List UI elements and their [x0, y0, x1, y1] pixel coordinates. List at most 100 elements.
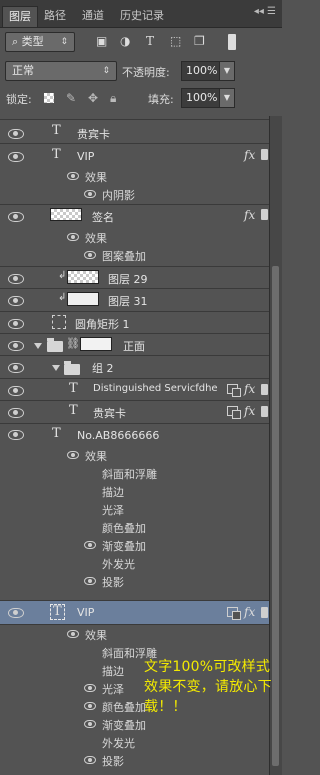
- effect-gradient-overlay[interactable]: 渐变叠加: [102, 538, 146, 554]
- effect-outer-glow[interactable]: 外发光: [102, 556, 135, 572]
- filter-toggle-icon[interactable]: [228, 34, 236, 50]
- effect-eye-icon[interactable]: [84, 684, 96, 692]
- mask-thumbnail: [80, 337, 112, 351]
- tab-channels[interactable]: 通道: [76, 6, 110, 27]
- layer-row[interactable]: 签名 fx 效果 图案叠加: [0, 205, 270, 267]
- effect-eye-icon[interactable]: [84, 720, 96, 728]
- fill-input[interactable]: 100% ▼: [181, 88, 235, 108]
- effect-eye-icon[interactable]: [84, 577, 96, 585]
- effects-expand-icon[interactable]: [261, 607, 268, 618]
- layer-name[interactable]: 图层 31: [108, 293, 148, 309]
- effect-drop-shadow[interactable]: 投影: [102, 574, 124, 590]
- filter-type-select[interactable]: ⌕ 类型 ⇕: [5, 32, 75, 52]
- effects-expand-icon[interactable]: [261, 209, 268, 220]
- effect-gradient-overlay[interactable]: 渐变叠加: [102, 717, 146, 733]
- effect-eye-icon[interactable]: [84, 190, 96, 198]
- fx-icon[interactable]: fx: [244, 148, 255, 162]
- effect-bevel-emboss[interactable]: 斜面和浮雕: [102, 466, 157, 482]
- visibility-eye-icon[interactable]: [8, 408, 24, 418]
- layer-name[interactable]: 签名: [92, 209, 114, 225]
- fx-icon[interactable]: fx: [244, 605, 255, 619]
- filter-pixel-icon[interactable]: ▣: [96, 34, 107, 48]
- layer-name[interactable]: 图层 29: [108, 271, 148, 287]
- effect-inner-shadow[interactable]: 内阴影: [102, 187, 135, 203]
- effect-outer-glow[interactable]: 外发光: [102, 735, 135, 751]
- effects-expand-icon[interactable]: [261, 149, 268, 160]
- fx-icon[interactable]: fx: [244, 208, 255, 222]
- lock-all-icon[interactable]: 🔒︎: [110, 91, 116, 106]
- effect-stroke[interactable]: 描边: [102, 663, 124, 679]
- text-layer-icon: T: [69, 403, 78, 418]
- effect-eye-icon[interactable]: [84, 251, 96, 259]
- opacity-input[interactable]: 100% ▼: [181, 61, 235, 81]
- layer-row[interactable]: T 贵宾卡 fx: [0, 401, 270, 424]
- layer-name[interactable]: 正面: [123, 338, 145, 354]
- fill-dropdown-icon[interactable]: ▼: [219, 89, 234, 107]
- panel-menu-icon[interactable]: ◂◂ ☰: [254, 6, 276, 17]
- filter-shape-icon[interactable]: ⬚: [170, 34, 181, 48]
- group-expand-icon[interactable]: [34, 343, 42, 349]
- visibility-eye-icon[interactable]: [8, 341, 24, 351]
- effect-color-overlay[interactable]: 颜色叠加: [102, 520, 146, 536]
- lock-transparent-icon[interactable]: [44, 93, 54, 103]
- layer-row[interactable]: 圆角矩形 1: [0, 312, 270, 334]
- effects-collapse-icon[interactable]: [261, 384, 268, 395]
- blend-mode-select[interactable]: 正常 ⇕: [5, 61, 117, 81]
- layer-row[interactable]: T No.AB8666666 效果 斜面和浮雕 描边 光泽 颜色叠加 渐变叠加 …: [0, 424, 270, 601]
- effects-eye-icon[interactable]: [67, 233, 79, 241]
- effect-stroke[interactable]: 描边: [102, 484, 124, 500]
- effect-pattern-overlay[interactable]: 图案叠加: [102, 248, 146, 264]
- visibility-eye-icon[interactable]: [8, 430, 24, 440]
- tab-layers[interactable]: 图层: [2, 6, 38, 27]
- filter-adjustment-icon[interactable]: ◑: [120, 34, 130, 48]
- layer-row[interactable]: 组 2: [0, 356, 270, 379]
- visibility-eye-icon[interactable]: [8, 296, 24, 306]
- group-expand-icon[interactable]: [52, 365, 60, 371]
- effect-drop-shadow[interactable]: 投影: [102, 753, 124, 769]
- visibility-eye-icon[interactable]: [8, 212, 24, 222]
- layer-name[interactable]: VIP: [77, 150, 94, 163]
- opacity-dropdown-icon[interactable]: ▼: [219, 62, 234, 80]
- effects-eye-icon[interactable]: [67, 630, 79, 638]
- promo-overlay-text: 文字100%可改样式效果不变，请放心下载！！: [144, 659, 272, 715]
- layer-name[interactable]: 贵宾卡: [93, 405, 126, 421]
- filter-smartobject-icon[interactable]: ❐: [194, 34, 205, 48]
- layer-row[interactable]: ↲ 图层 31: [0, 289, 270, 312]
- layer-name[interactable]: 组 2: [92, 360, 114, 376]
- visibility-eye-icon[interactable]: [8, 152, 24, 162]
- fx-icon[interactable]: fx: [244, 404, 255, 418]
- effect-satin[interactable]: 光泽: [102, 681, 124, 697]
- effects-eye-icon[interactable]: [67, 172, 79, 180]
- layer-row[interactable]: ↲ 图层 29: [0, 267, 270, 289]
- visibility-eye-icon[interactable]: [8, 363, 24, 373]
- layer-name[interactable]: 贵宾卡: [77, 126, 110, 142]
- fx-icon[interactable]: fx: [244, 382, 255, 396]
- layer-name[interactable]: Distinguished Servicfdhe: [93, 383, 218, 394]
- lock-position-icon[interactable]: ✥: [88, 91, 98, 105]
- effect-eye-icon[interactable]: [84, 541, 96, 549]
- tab-paths[interactable]: 路径: [38, 6, 72, 27]
- lock-pixels-icon[interactable]: ✎: [66, 91, 76, 105]
- tab-history[interactable]: 历史记录: [114, 6, 170, 27]
- effect-eye-icon[interactable]: [84, 702, 96, 710]
- visibility-eye-icon[interactable]: [8, 319, 24, 329]
- visibility-eye-icon[interactable]: [8, 274, 24, 284]
- layer-name[interactable]: 圆角矩形 1: [75, 316, 130, 332]
- effect-satin[interactable]: 光泽: [102, 502, 124, 518]
- layer-row[interactable]: ⛓ 正面: [0, 334, 270, 356]
- filter-type-icon[interactable]: T: [146, 34, 154, 48]
- layer-row[interactable]: T 贵宾卡: [0, 120, 270, 144]
- effect-eye-icon[interactable]: [84, 756, 96, 764]
- effect-color-overlay[interactable]: 颜色叠加: [102, 699, 146, 715]
- shape-layer-icon: [52, 315, 66, 329]
- layer-row[interactable]: T Distinguished Servicfdhe fx: [0, 379, 270, 401]
- visibility-eye-icon[interactable]: [8, 386, 24, 396]
- effects-collapse-icon[interactable]: [261, 406, 268, 417]
- visibility-eye-icon[interactable]: [8, 608, 24, 618]
- layer-name[interactable]: VIP: [77, 606, 94, 619]
- layer-row-selected[interactable]: T VIP fx: [0, 601, 270, 625]
- layer-name[interactable]: No.AB8666666: [77, 429, 159, 442]
- effects-eye-icon[interactable]: [67, 451, 79, 459]
- visibility-eye-icon[interactable]: [8, 129, 24, 139]
- layer-row[interactable]: T VIP fx 效果 内阴影: [0, 144, 270, 205]
